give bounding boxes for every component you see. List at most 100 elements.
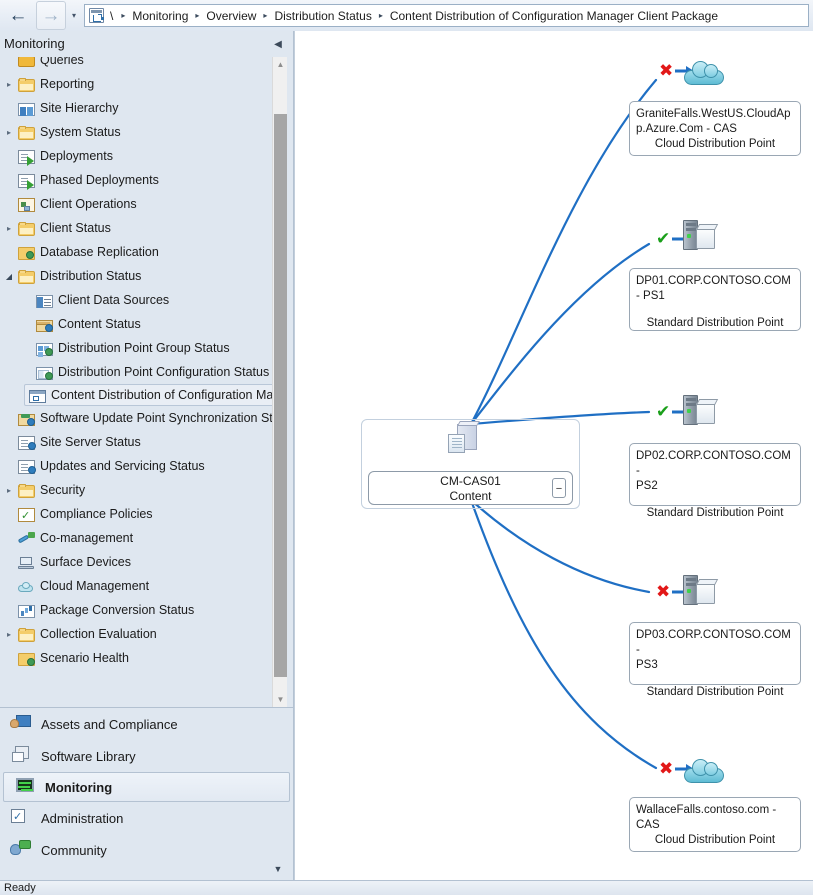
- node-icon-granitefalls[interactable]: [684, 60, 724, 86]
- scroll-up-icon[interactable]: ▲: [273, 57, 288, 72]
- tree-item-label: Security: [40, 483, 86, 497]
- back-button[interactable]: ←: [3, 1, 33, 30]
- node-host-line2: CAS: [636, 819, 660, 831]
- tree-item-label: Cloud Management: [40, 579, 150, 593]
- forward-button[interactable]: →: [36, 1, 66, 30]
- node-host-line2: - PS1: [636, 290, 665, 302]
- client-operations-icon: [18, 197, 35, 212]
- breadcrumb-separator[interactable]: ▸: [374, 11, 388, 20]
- node-icon-wallacefalls[interactable]: [684, 758, 724, 784]
- node-label-dp02[interactable]: DP02.CORP.CONTOSO.COM - PS2 Standard Distr…: [629, 443, 801, 519]
- breadcrumb-item-content-distribution[interactable]: Content Distribution of Configuration Ma…: [388, 9, 720, 23]
- tree-item-distribution-point-group-status[interactable]: Distribution Point Group Status: [0, 336, 277, 360]
- tree-item-phased-deployments[interactable]: Phased Deployments: [0, 168, 277, 192]
- monitoring-icon: [14, 777, 36, 797]
- scroll-down-icon[interactable]: ▼: [273, 692, 288, 707]
- tree-item-database-replication[interactable]: Database Replication: [0, 240, 277, 264]
- site-server-status-icon: [18, 435, 36, 450]
- queries-icon: [18, 57, 35, 67]
- tree-item-software-update-point-synchronization-status[interactable]: Software Update Point Synchronization St…: [0, 406, 277, 430]
- node-icon-dp03[interactable]: [681, 575, 717, 607]
- tree-item-label: Software Update Point Synchronization St…: [40, 411, 277, 425]
- node-role: Cloud Distribution Point: [654, 834, 776, 846]
- tree-item-updates-and-servicing-status[interactable]: Updates and Servicing Status: [0, 454, 277, 478]
- tree-expander[interactable]: ▸: [0, 224, 18, 233]
- node-label-granitefalls[interactable]: GraniteFalls.WestUS.CloudAp p.Azure.Com -…: [629, 101, 801, 156]
- tree-expander[interactable]: ▸: [0, 486, 18, 495]
- database-replication-icon: [18, 246, 35, 260]
- tree-scrollbar[interactable]: ▲ ▼: [272, 57, 287, 707]
- tree-item-content-distribution-of-configuration-manager-client-package[interactable]: Content Distribution of Configuration Ma…: [24, 384, 277, 406]
- tree-expander[interactable]: ◢: [0, 272, 18, 281]
- tree-item-security[interactable]: ▸ Security: [0, 478, 277, 502]
- tree-item-compliance-policies[interactable]: Compliance Policies: [0, 502, 277, 526]
- tree-item-co-management[interactable]: Co-management: [0, 526, 277, 550]
- compliance-policies-icon: [18, 507, 35, 522]
- collapse-node-button[interactable]: −: [552, 478, 566, 498]
- cloud-distribution-point-icon: [684, 60, 724, 86]
- tree-item-label: Scenario Health: [40, 651, 129, 665]
- tree-item-collection-evaluation[interactable]: ▸ Collection Evaluation: [0, 622, 277, 646]
- breadcrumb-item-monitoring[interactable]: Monitoring: [130, 9, 190, 23]
- workspace-item-label: Assets and Compliance: [41, 716, 178, 732]
- status-fail-icon: ✖: [659, 61, 674, 81]
- node-label-dp01[interactable]: DP01.CORP.CONTOSO.COM - PS1 Standard Distr…: [629, 268, 801, 331]
- node-label-wallacefalls[interactable]: WallaceFalls.contoso.com - CAS Cloud Distr…: [629, 797, 801, 852]
- tree-item-site-server-status[interactable]: Site Server Status: [0, 430, 277, 454]
- node-label-dp03[interactable]: DP03.CORP.CONTOSO.COM - PS3 Standard Distr…: [629, 622, 801, 698]
- tree-item-label: Content Distribution of Configuration Ma…: [51, 388, 276, 402]
- status-fail-icon: ✖: [659, 759, 674, 779]
- tree-item-client-operations[interactable]: Client Operations: [0, 192, 277, 216]
- breadcrumb-separator[interactable]: ▸: [190, 11, 204, 20]
- workspace-item-software-library[interactable]: Software Library: [0, 740, 293, 772]
- breadcrumb-separator[interactable]: ▸: [116, 11, 130, 20]
- collapse-pane-icon[interactable]: ◀: [272, 39, 284, 51]
- folder-icon: [18, 269, 35, 284]
- tree-item-site-hierarchy[interactable]: Site Hierarchy: [0, 96, 277, 120]
- folder-icon: [18, 627, 35, 642]
- content-distribution-icon: [29, 389, 46, 403]
- back-arrow-icon: ←: [8, 5, 28, 26]
- scrollbar-thumb[interactable]: [274, 114, 287, 677]
- tree-expander[interactable]: ▸: [0, 630, 18, 639]
- node-icon-dp01[interactable]: [681, 220, 717, 252]
- tree-item-surface-devices[interactable]: Surface Devices: [0, 550, 277, 574]
- tree-item-client-data-sources[interactable]: Client Data Sources: [0, 288, 277, 312]
- center-node-icon-wrap: [448, 424, 482, 458]
- tree-item-cloud-management[interactable]: Cloud Management: [0, 574, 277, 598]
- tree-item-label: Surface Devices: [40, 555, 132, 569]
- tree-item-reporting[interactable]: ▸ Reporting: [0, 72, 277, 96]
- tree-item-label: Package Conversion Status: [40, 603, 195, 617]
- workspace-item-community[interactable]: Community: [0, 834, 293, 866]
- tree-item-content-status[interactable]: Content Status: [0, 312, 277, 336]
- workspace-more-icon[interactable]: ▼: [271, 862, 285, 876]
- software-library-icon: [10, 746, 32, 766]
- node-host-line1: GraniteFalls.WestUS.CloudAp: [636, 108, 791, 120]
- node-host-line1: DP03.CORP.CONTOSO.COM -: [636, 629, 791, 656]
- center-node-label[interactable]: CM-CAS01 Content −: [368, 471, 573, 505]
- package-icon: [448, 424, 482, 458]
- tree-item-distribution-status[interactable]: ◢ Distribution Status: [0, 264, 277, 288]
- workspace-item-assets-and-compliance[interactable]: Assets and Compliance: [0, 708, 293, 740]
- diagram-canvas[interactable]: CM-CAS01 Content − ✖ GraniteFalls.WestUS.…: [294, 31, 813, 880]
- tree-item-system-status[interactable]: ▸ System Status: [0, 120, 277, 144]
- node-icon-dp02[interactable]: [681, 395, 717, 427]
- workspace-item-monitoring[interactable]: Monitoring: [3, 772, 290, 802]
- tree-expander[interactable]: ▸: [0, 128, 18, 137]
- tree-item-label: Queries: [40, 57, 84, 67]
- breadcrumb-item-root[interactable]: \: [107, 9, 116, 23]
- tree-item-deployments[interactable]: Deployments: [0, 144, 277, 168]
- breadcrumb[interactable]: \ ▸ Monitoring ▸ Overview ▸ Distribution…: [84, 4, 809, 27]
- workspace-list: Assets and Compliance Software Library Mon…: [0, 707, 293, 880]
- breadcrumb-separator[interactable]: ▸: [258, 11, 272, 20]
- breadcrumb-item-overview[interactable]: Overview: [204, 9, 258, 23]
- tree-item-client-status[interactable]: ▸ Client Status: [0, 216, 277, 240]
- tree-item-scenario-health[interactable]: Scenario Health: [0, 646, 277, 670]
- recent-locations-dropdown[interactable]: ▾: [66, 2, 82, 29]
- tree-item-package-conversion-status[interactable]: Package Conversion Status: [0, 598, 277, 622]
- breadcrumb-item-distribution-status[interactable]: Distribution Status: [272, 9, 373, 23]
- tree-item-queries[interactable]: Queries: [0, 57, 277, 72]
- tree-item-distribution-point-configuration-status[interactable]: Distribution Point Configuration Status: [0, 360, 277, 384]
- workspace-item-administration[interactable]: Administration: [0, 802, 293, 834]
- tree-expander[interactable]: ▸: [0, 80, 18, 89]
